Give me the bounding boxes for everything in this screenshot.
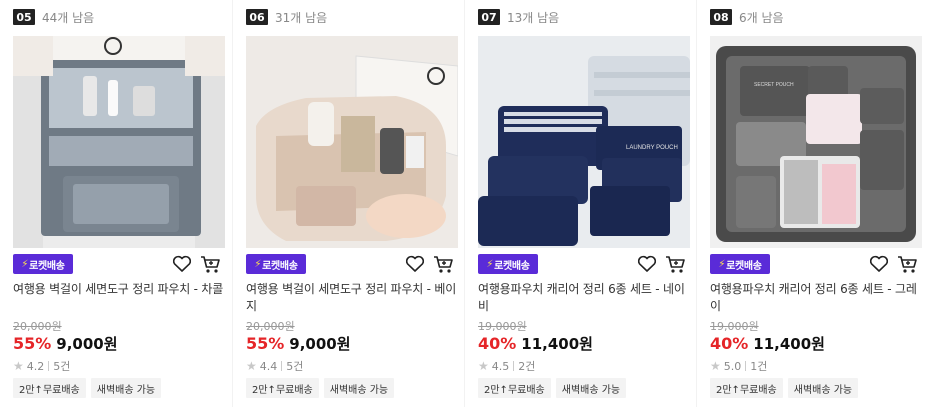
product-image[interactable]: SECRET POUCH	[710, 36, 922, 248]
rank-row: 06 31개 남음	[246, 8, 327, 26]
star-icon: ★	[710, 359, 721, 373]
price-row: 55% 9,000원	[246, 333, 351, 354]
product-image[interactable]	[13, 36, 225, 248]
discount-rate: 55%	[246, 334, 285, 353]
tags: 2만↑무료배송 새벽배송 가능	[13, 378, 166, 398]
stock-remaining: 6개 남음	[739, 10, 784, 25]
rank-badge: 07	[478, 9, 500, 25]
bolt-icon: ⚡	[21, 258, 29, 270]
sale-price: 11,400원	[521, 335, 593, 353]
product-card[interactable]: 05 44개 남음 ⚡ 로켓배송 여행용 벽걸이 세면도구 정리 파우치 - 차…	[0, 0, 232, 407]
divider	[745, 361, 747, 371]
rating-value: 4.5	[491, 359, 510, 373]
price-row: 40% 11,400원	[710, 333, 825, 354]
product-card[interactable]: 07 13개 남음 LAUNDRY POUCH ⚡ 로켓배송 여행용파우치 캐리…	[464, 0, 696, 407]
rank-badge: 05	[13, 9, 35, 25]
rating-value: 4.4	[259, 359, 278, 373]
sale-price: 9,000원	[56, 335, 118, 353]
product-image[interactable]: LAUNDRY POUCH	[478, 36, 690, 248]
rocket-label: 로켓배송	[262, 260, 298, 272]
product-title[interactable]: 여행용 벽걸이 세면도구 정리 파우치 - 베이지	[246, 281, 458, 315]
product-image[interactable]	[246, 36, 458, 248]
stock-remaining: 44개 남음	[42, 10, 95, 25]
tag-dawn-delivery: 새벽배송 가능	[90, 378, 162, 398]
price-row: 55% 9,000원	[13, 333, 118, 354]
rank-badge: 06	[246, 9, 268, 25]
stock-remaining: 31개 남음	[275, 10, 328, 25]
price-row: 40% 11,400원	[478, 333, 593, 354]
rating-value: 5.0	[723, 359, 742, 373]
tags: 2만↑무료배송 새벽배송 가능	[246, 378, 399, 398]
rocket-delivery-badge: ⚡ 로켓배송	[710, 254, 770, 274]
rating-value: 4.2	[26, 359, 45, 373]
review-count: 2건	[518, 360, 536, 373]
review-count: 5건	[286, 360, 304, 373]
pouch-label: LAUNDRY POUCH	[626, 145, 678, 151]
cart-icon[interactable]	[896, 254, 920, 274]
tag-free-shipping: 2만↑무료배송	[13, 378, 86, 398]
discount-rate: 40%	[478, 334, 517, 353]
star-icon: ★	[246, 359, 257, 373]
heart-icon[interactable]	[404, 254, 426, 274]
rocket-label: 로켓배송	[494, 260, 530, 272]
tag-free-shipping: 2만↑무료배송	[246, 378, 319, 398]
tag-dawn-delivery: 새벽배송 가능	[323, 378, 395, 398]
heart-icon[interactable]	[868, 254, 890, 274]
rating-row: ★ 4.4 5건	[246, 358, 303, 374]
rank-row: 08 6개 남음	[710, 8, 784, 26]
heart-icon[interactable]	[171, 254, 193, 274]
rank-row: 07 13개 남음	[478, 8, 559, 26]
stock-remaining: 13개 남음	[507, 10, 560, 25]
product-card[interactable]: 08 6개 남음 SECRET POUCH ⚡ 로켓배송 여행용파우치 캐리어 …	[696, 0, 928, 407]
rocket-delivery-badge: ⚡ 로켓배송	[246, 254, 306, 274]
rocket-label: 로켓배송	[726, 260, 762, 272]
heart-icon[interactable]	[636, 254, 658, 274]
discount-rate: 55%	[13, 334, 52, 353]
sale-price: 11,400원	[753, 335, 825, 353]
rank-badge: 08	[710, 9, 732, 25]
divider	[48, 361, 50, 371]
action-row: ⚡ 로켓배송	[246, 254, 458, 276]
divider	[513, 361, 515, 371]
pouch-label: SECRET POUCH	[754, 82, 794, 88]
bolt-icon: ⚡	[486, 258, 494, 270]
tag-dawn-delivery: 새벽배송 가능	[787, 378, 859, 398]
divider	[281, 361, 283, 371]
review-count: 5건	[53, 360, 71, 373]
rocket-delivery-badge: ⚡ 로켓배송	[478, 254, 538, 274]
tags: 2만↑무료배송 새벽배송 가능	[478, 378, 631, 398]
sale-price: 9,000원	[289, 335, 351, 353]
cart-icon[interactable]	[432, 254, 456, 274]
rating-row: ★ 4.2 5건	[13, 358, 70, 374]
rating-row: ★ 5.0 1건	[710, 358, 767, 374]
tag-dawn-delivery: 새벽배송 가능	[555, 378, 627, 398]
bolt-icon: ⚡	[254, 258, 262, 270]
star-icon: ★	[478, 359, 489, 373]
action-row: ⚡ 로켓배송	[13, 254, 225, 276]
rocket-label: 로켓배송	[29, 260, 65, 272]
cart-icon[interactable]	[664, 254, 688, 274]
rating-row: ★ 4.5 2건	[478, 358, 535, 374]
product-title[interactable]: 여행용파우치 캐리어 정리 6종 세트 - 네이비	[478, 281, 690, 315]
original-price: 20,000원	[246, 320, 295, 333]
product-title[interactable]: 여행용파우치 캐리어 정리 6종 세트 - 그레이	[710, 281, 922, 315]
product-title[interactable]: 여행용 벽걸이 세면도구 정리 파우치 - 차콜	[13, 281, 225, 298]
product-grid: 05 44개 남음 ⚡ 로켓배송 여행용 벽걸이 세면도구 정리 파우치 - 차…	[0, 0, 928, 407]
rank-row: 05 44개 남음	[13, 8, 94, 26]
rocket-delivery-badge: ⚡ 로켓배송	[13, 254, 73, 274]
original-price: 20,000원	[13, 320, 62, 333]
tag-free-shipping: 2만↑무료배송	[710, 378, 783, 398]
original-price: 19,000원	[710, 320, 759, 333]
star-icon: ★	[13, 359, 24, 373]
cart-icon[interactable]	[199, 254, 223, 274]
bolt-icon: ⚡	[718, 258, 726, 270]
action-row: ⚡ 로켓배송	[710, 254, 922, 276]
discount-rate: 40%	[710, 334, 749, 353]
review-count: 1건	[750, 360, 768, 373]
original-price: 19,000원	[478, 320, 527, 333]
tag-free-shipping: 2만↑무료배송	[478, 378, 551, 398]
product-card[interactable]: 06 31개 남음 ⚡ 로켓배송 여행용 벽걸이 세면도구 정리 파우치 - 베…	[232, 0, 464, 407]
action-row: ⚡ 로켓배송	[478, 254, 690, 276]
tags: 2만↑무료배송 새벽배송 가능	[710, 378, 863, 398]
